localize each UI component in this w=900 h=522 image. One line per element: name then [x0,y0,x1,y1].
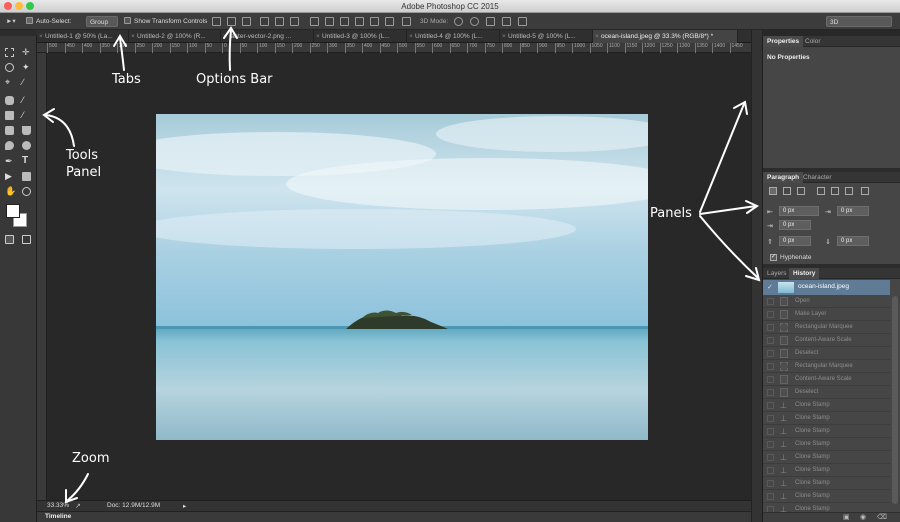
annotation-options-bar: Options Bar [196,72,273,87]
annotation-panels: Panels [650,206,692,221]
annotation-zoom: Zoom [72,451,110,466]
options-bar-arrow [228,29,232,71]
panels-arrow-up [699,103,745,213]
zoom-arrow [67,473,89,501]
annotation-tools-panel-line1: Tools [66,148,99,163]
panels-arrow-down [699,215,759,279]
annotation-tools-panel-line2: Panel [66,165,102,180]
annotation-tabs: Tabs [112,72,141,87]
